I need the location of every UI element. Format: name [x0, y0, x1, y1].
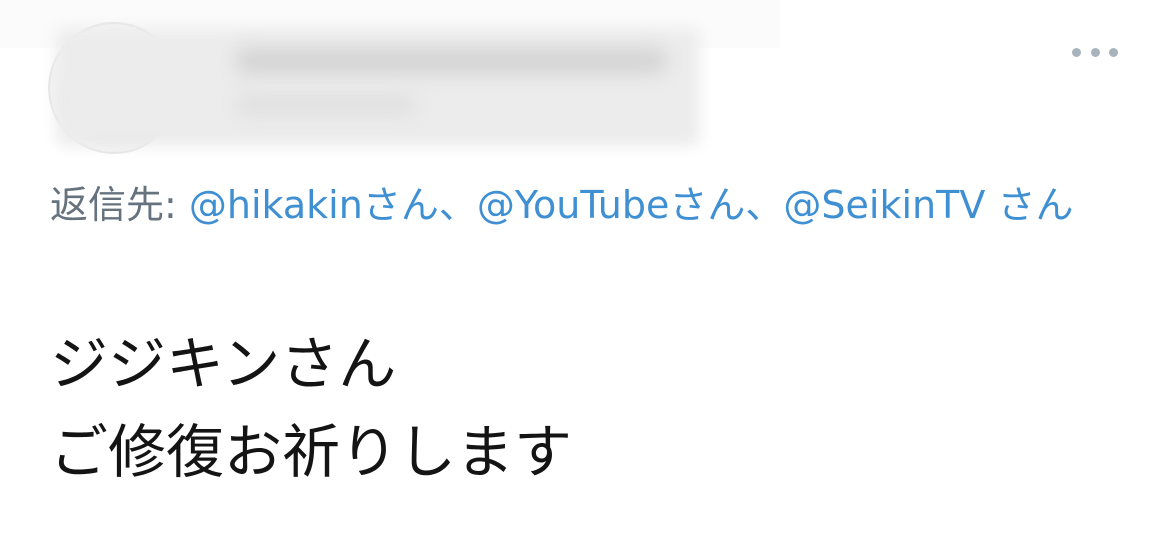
- mention-suffix: さん: [997, 183, 1074, 227]
- reply-to-line: 返信先: @hikakinさん、@YouTubeさん、@SeikinTV さん: [50, 176, 1130, 234]
- more-options-button[interactable]: [1072, 38, 1118, 66]
- mention-separator: 、: [438, 183, 477, 227]
- more-dot-icon: [1072, 47, 1081, 57]
- more-dot-icon: [1109, 47, 1118, 57]
- display-name-blurred: [236, 48, 666, 74]
- mention-separator: 、: [745, 183, 784, 227]
- mention-suffix: さん: [362, 183, 439, 227]
- reply-to-label: 返信先:: [50, 183, 177, 227]
- username-blurred: [236, 94, 416, 116]
- blurred-user-header: [56, 28, 700, 146]
- mention-suffix: さん: [669, 183, 746, 227]
- mention-hikakin[interactable]: @hikakin: [189, 183, 363, 227]
- more-dot-icon: [1090, 47, 1100, 57]
- mention-youtube[interactable]: @YouTube: [477, 183, 670, 227]
- tweet-text: ジジキンさん ご修復お祈りします: [50, 320, 572, 496]
- tweet-line: ご修復お祈りします: [50, 418, 573, 486]
- tweet-line: ジジキンさん: [50, 330, 397, 398]
- mention-seikintv[interactable]: @SeikinTV: [783, 183, 985, 227]
